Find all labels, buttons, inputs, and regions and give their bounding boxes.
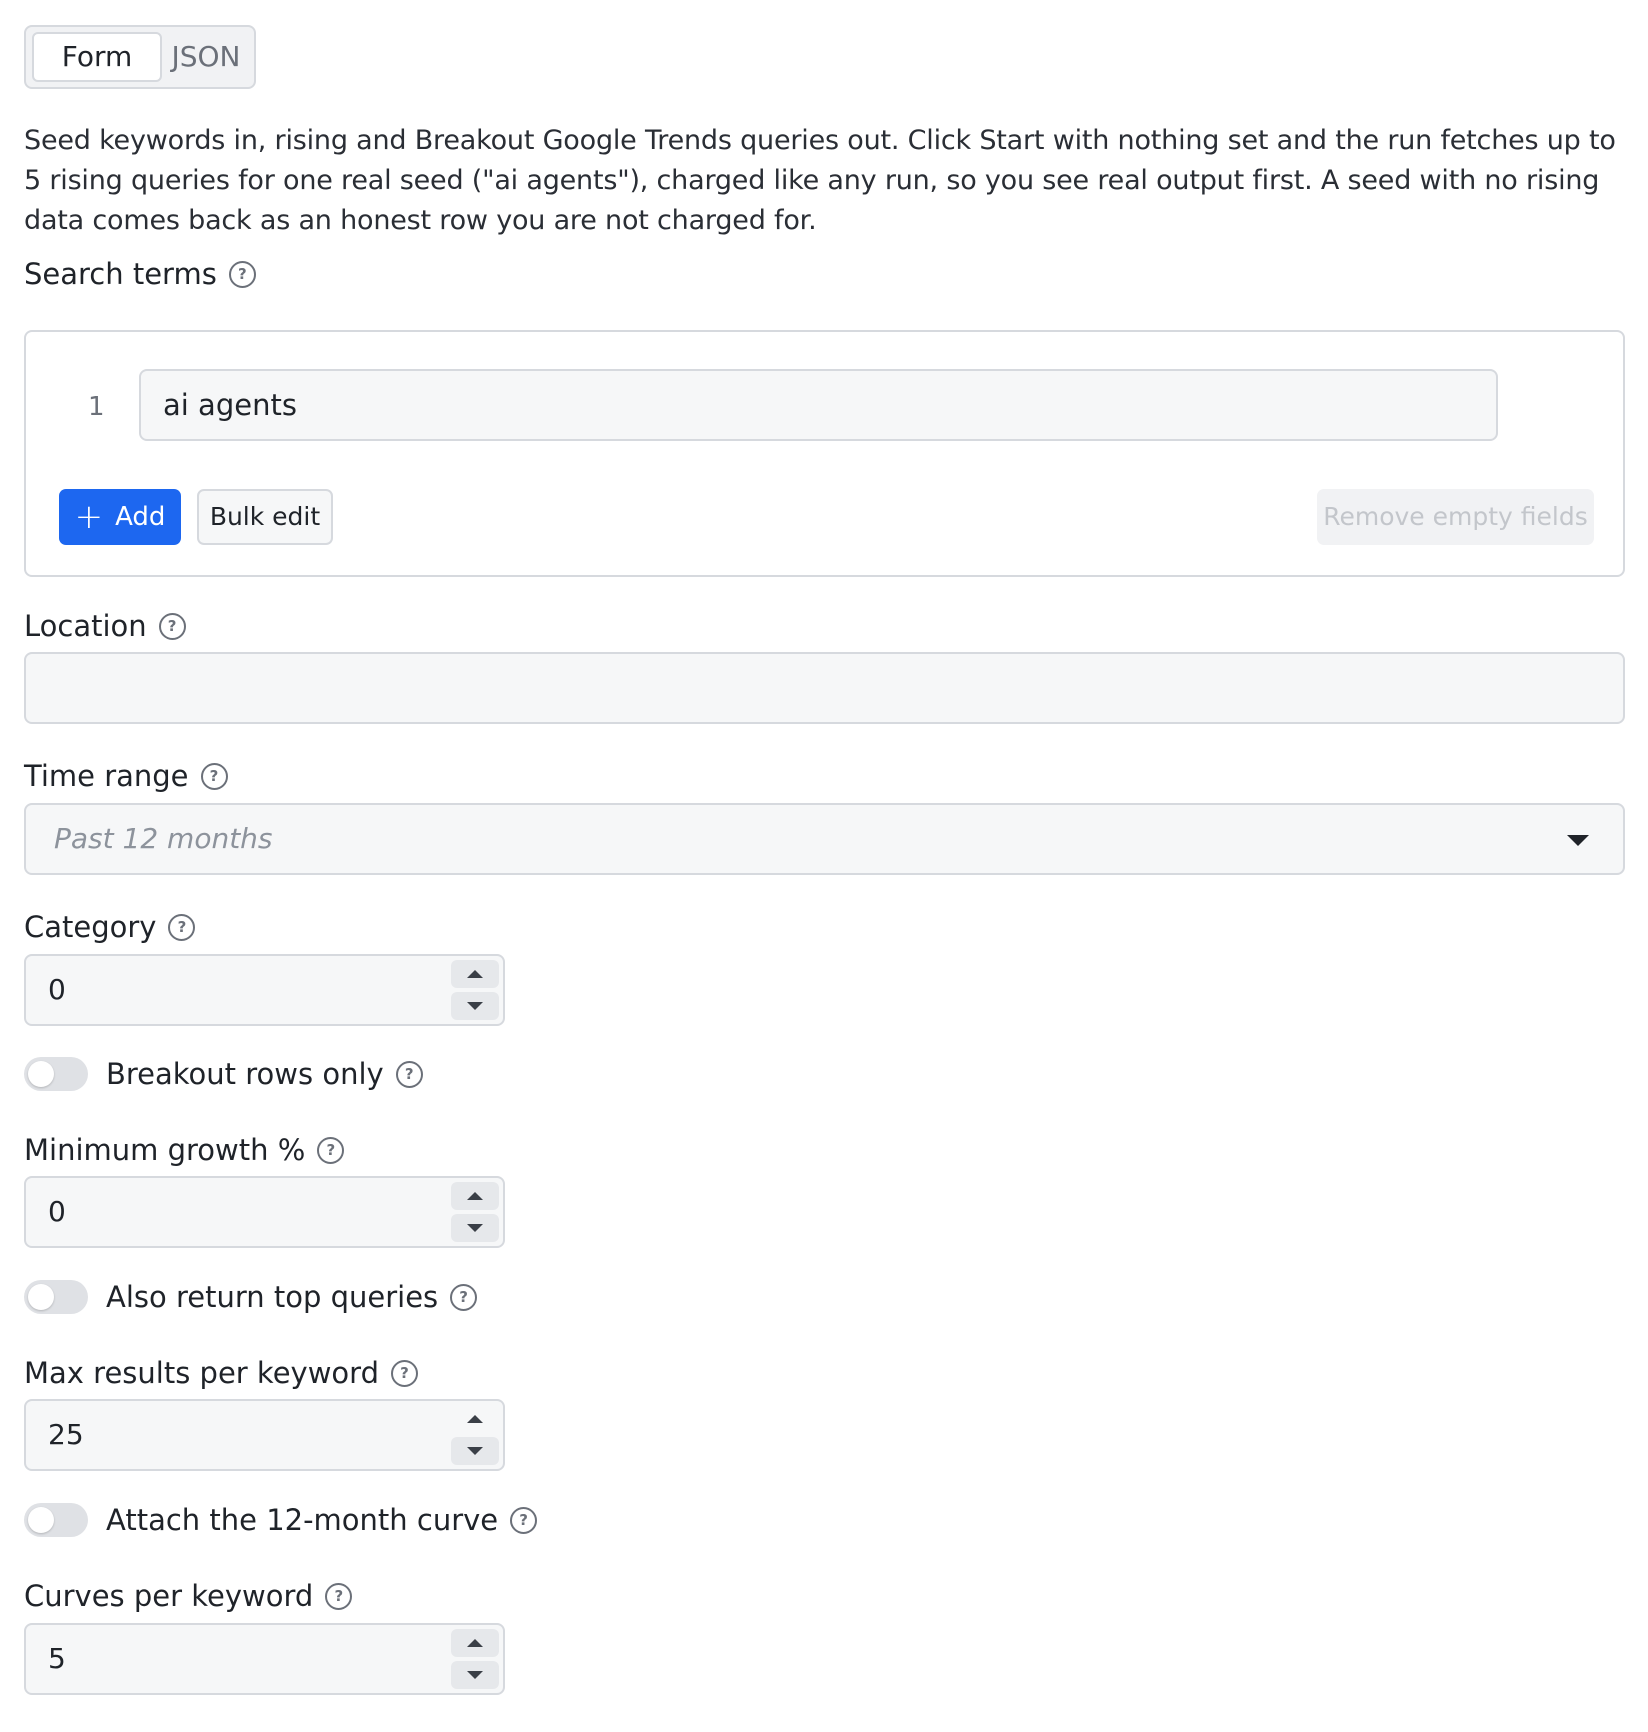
breakout-only-row: Breakout rows only ?: [24, 1057, 423, 1091]
location-label: Location ?: [24, 608, 186, 644]
decrement-button[interactable]: [451, 1214, 499, 1242]
increment-button[interactable]: [451, 1629, 499, 1657]
help-icon[interactable]: ?: [200, 762, 228, 790]
attach-curve-label: Attach the 12-month curve: [106, 1503, 499, 1537]
top-queries-row: Also return top queries ?: [24, 1280, 478, 1314]
search-terms-label: Search terms ?: [24, 256, 256, 292]
breakout-only-label: Breakout rows only: [106, 1057, 384, 1091]
decrement-button[interactable]: [451, 992, 499, 1020]
caret-down-icon: [467, 1671, 483, 1679]
min-growth-number-input[interactable]: 0: [24, 1176, 505, 1248]
bulk-edit-button[interactable]: Bulk edit: [197, 489, 333, 545]
max-results-value: 25: [48, 1418, 84, 1451]
help-icon[interactable]: ?: [510, 1506, 538, 1534]
category-number-input[interactable]: 0: [24, 954, 505, 1026]
help-icon[interactable]: ?: [158, 612, 186, 640]
curves-per-keyword-label: Curves per keyword ?: [24, 1578, 353, 1614]
tab-form[interactable]: Form: [32, 32, 162, 82]
actor-description: Seed keywords in, rising and Breakout Go…: [24, 125, 1616, 236]
caret-up-icon: [467, 1192, 483, 1200]
help-icon[interactable]: ?: [317, 1136, 345, 1164]
time-range-select[interactable]: Past 12 months: [24, 803, 1625, 875]
time-range-placeholder: Past 12 months: [54, 822, 273, 855]
help-icon[interactable]: ?: [228, 260, 256, 288]
caret-up-icon: [467, 1415, 483, 1423]
curves-per-keyword-number-input[interactable]: 5: [24, 1623, 505, 1695]
increment-button[interactable]: [451, 1405, 499, 1433]
help-icon[interactable]: ?: [390, 1359, 418, 1387]
add-button-label: Add: [115, 502, 166, 532]
search-terms-editor: 1 ai agents + Add Bulk edit Remove empty…: [24, 330, 1625, 577]
toggle-knob: [28, 1284, 54, 1310]
time-range-label-text: Time range: [24, 759, 189, 793]
remove-empty-fields-button[interactable]: Remove empty fields: [1317, 489, 1594, 545]
breakout-only-toggle[interactable]: [24, 1057, 88, 1091]
help-icon[interactable]: ?: [325, 1582, 353, 1610]
time-range-label: Time range ?: [24, 758, 228, 794]
toggle-knob: [28, 1061, 54, 1087]
top-queries-toggle[interactable]: [24, 1280, 88, 1314]
tab-json[interactable]: JSON: [162, 32, 250, 82]
location-label-text: Location: [24, 609, 147, 643]
attach-curve-row: Attach the 12-month curve ?: [24, 1503, 538, 1537]
attach-curve-toggle[interactable]: [24, 1503, 88, 1537]
max-results-label: Max results per keyword ?: [24, 1355, 418, 1391]
decrement-button[interactable]: [451, 1661, 499, 1689]
min-growth-label-text: Minimum growth %: [24, 1133, 306, 1167]
decrement-button[interactable]: [451, 1437, 499, 1465]
help-icon[interactable]: ?: [450, 1283, 478, 1311]
increment-button[interactable]: [451, 1182, 499, 1210]
search-terms-label-text: Search terms: [24, 257, 217, 291]
caret-up-icon: [467, 970, 483, 978]
increment-button[interactable]: [451, 960, 499, 988]
max-results-number-input[interactable]: 25: [24, 1399, 505, 1471]
caret-down-icon: [467, 1447, 483, 1455]
add-button[interactable]: + Add: [59, 489, 181, 545]
caret-up-icon: [467, 1639, 483, 1647]
category-label: Category ?: [24, 909, 196, 945]
chevron-down-icon: [1567, 835, 1589, 846]
min-growth-value: 0: [48, 1195, 66, 1228]
plus-icon: +: [74, 497, 104, 537]
help-icon[interactable]: ?: [395, 1060, 423, 1088]
max-results-label-text: Max results per keyword: [24, 1356, 379, 1390]
location-input[interactable]: [24, 652, 1625, 724]
row-index: 1: [88, 392, 105, 422]
help-icon[interactable]: ?: [168, 913, 196, 941]
curves-per-keyword-label-text: Curves per keyword: [24, 1579, 314, 1613]
caret-down-icon: [467, 1224, 483, 1232]
toggle-knob: [28, 1507, 54, 1533]
search-term-input[interactable]: ai agents: [139, 369, 1498, 441]
top-queries-label: Also return top queries: [106, 1280, 439, 1314]
category-label-text: Category: [24, 910, 157, 944]
caret-down-icon: [467, 1002, 483, 1010]
min-growth-label: Minimum growth % ?: [24, 1132, 345, 1168]
category-value: 0: [48, 973, 66, 1006]
curves-per-keyword-value: 5: [48, 1642, 66, 1675]
editor-mode-switch: Form JSON: [24, 25, 256, 89]
